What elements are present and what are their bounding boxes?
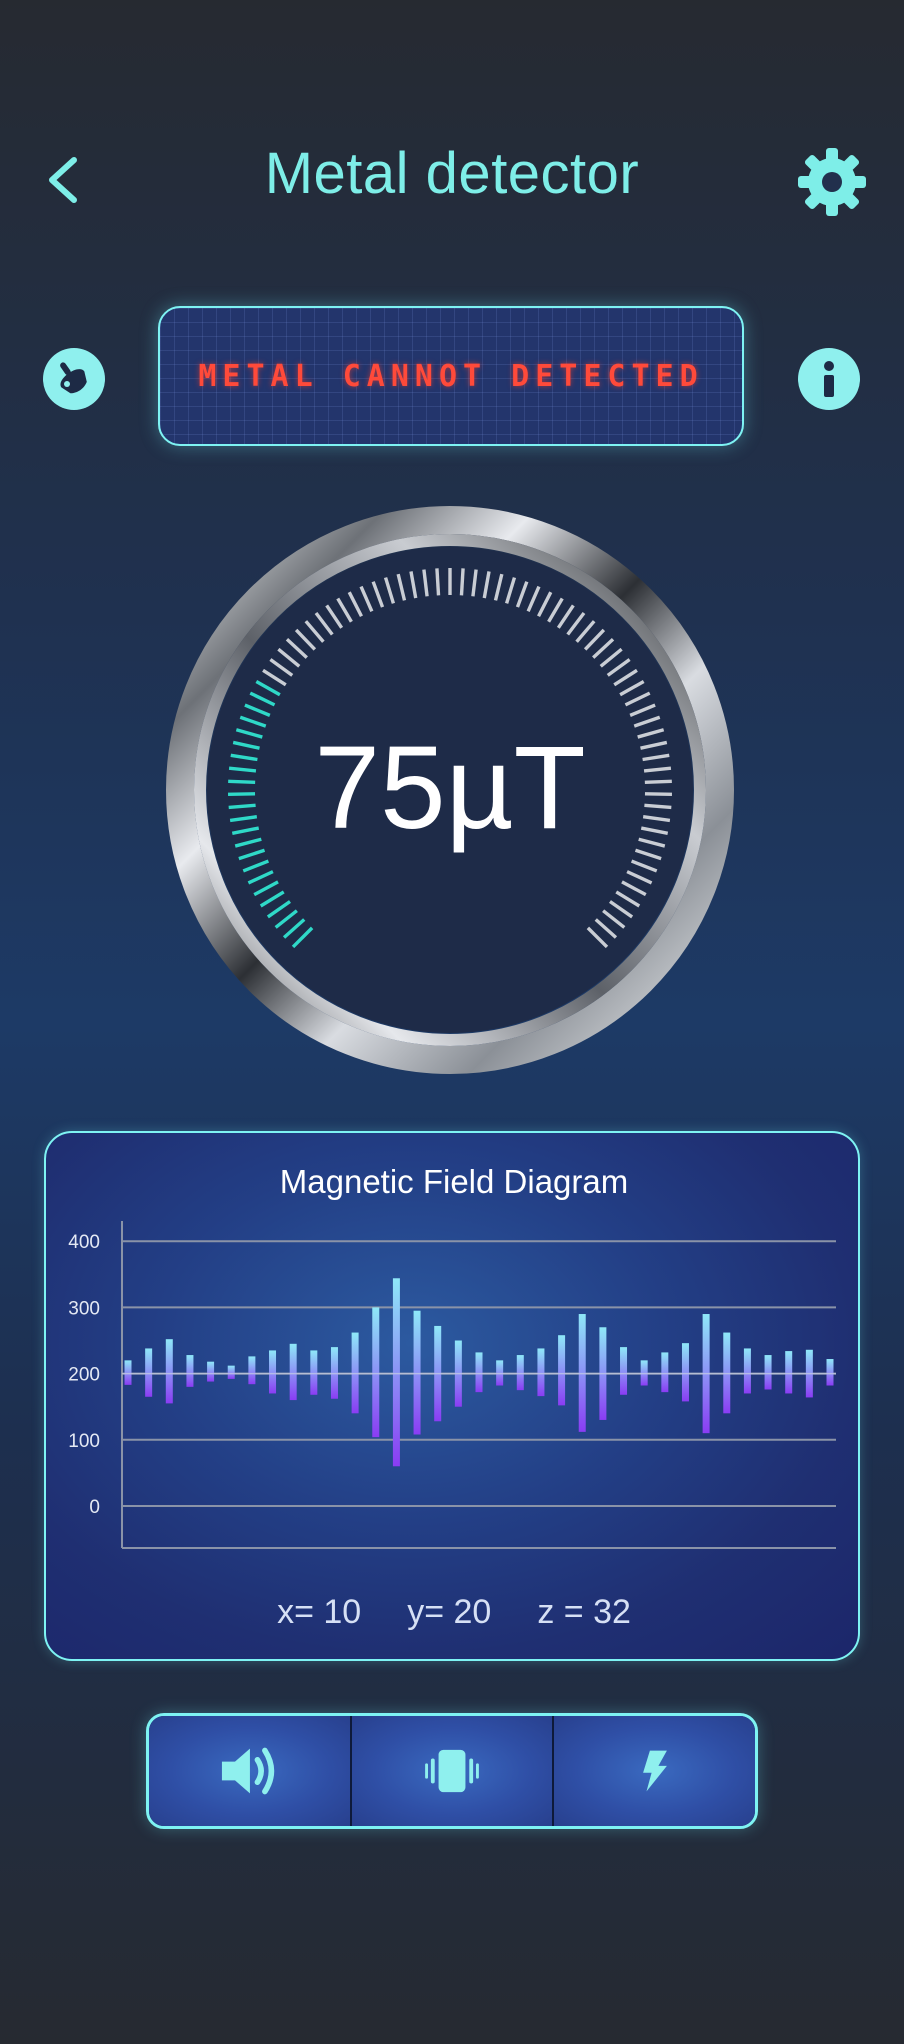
info-icon	[824, 361, 834, 397]
field-bar	[743, 1348, 751, 1394]
brush-icon	[60, 362, 87, 394]
y-tick-label: 400	[68, 1232, 100, 1253]
field-bar	[764, 1355, 772, 1390]
vibration-toggle-button[interactable]	[349, 1716, 553, 1826]
detection-status-panel: METAL CANNOT DETECTED	[158, 306, 744, 446]
info-button[interactable]	[798, 348, 860, 410]
detection-status-text: METAL CANNOT DETECTED	[198, 358, 704, 394]
field-bar	[826, 1359, 834, 1386]
gauge-tick	[459, 568, 465, 596]
y-tick-label: 300	[68, 1298, 100, 1319]
field-bar	[392, 1278, 400, 1467]
field-bar	[475, 1352, 483, 1393]
y-tick-label: 0	[89, 1497, 100, 1518]
vibrate-icon	[425, 1749, 479, 1793]
field-bar	[248, 1356, 256, 1385]
field-bar	[413, 1310, 421, 1435]
field-bar	[165, 1339, 173, 1404]
chart-title: Magnetic Field Diagram	[279, 1163, 629, 1200]
x-readout: x= 10	[277, 1593, 362, 1631]
field-bar	[145, 1348, 153, 1397]
field-bar	[372, 1307, 380, 1438]
field-bar	[661, 1352, 669, 1393]
z-readout: z = 32	[537, 1593, 631, 1631]
y-tick-label: 100	[68, 1431, 100, 1452]
field-bar	[516, 1355, 524, 1391]
magnetic-field-chart-panel: Magnetic Field Diagram 400 300 200 100 0 x= …	[44, 1131, 860, 1661]
clean-brush-button[interactable]	[43, 348, 105, 410]
field-strength-value: 75µT	[314, 722, 586, 854]
axis-readout: x= 10 y= 20 z = 32	[46, 1593, 862, 1632]
field-bar	[289, 1343, 297, 1401]
gear-icon[interactable]	[796, 146, 868, 218]
field-bar	[558, 1335, 566, 1406]
field-bar	[620, 1347, 628, 1395]
flash-icon	[642, 1750, 667, 1792]
control-bar	[146, 1713, 758, 1829]
speaker-icon	[222, 1747, 275, 1795]
sound-toggle-button[interactable]	[149, 1716, 350, 1826]
field-bar	[269, 1350, 277, 1394]
field-bar	[207, 1361, 215, 1382]
gauge-tick	[435, 568, 441, 596]
flashlight-toggle-button[interactable]	[552, 1716, 755, 1826]
field-bar	[785, 1351, 793, 1394]
y-tick-label: 200	[68, 1365, 100, 1386]
field-bar	[186, 1355, 194, 1387]
page-title: Metal detector	[264, 141, 640, 206]
field-bar	[227, 1365, 235, 1379]
field-bar	[310, 1350, 318, 1395]
y-readout: y= 20	[407, 1593, 492, 1631]
field-bar	[681, 1343, 689, 1402]
field-bar	[124, 1360, 132, 1385]
field-bar	[537, 1348, 545, 1397]
magnetic-field-chart: 400 300 200 100 0	[68, 1221, 836, 1549]
